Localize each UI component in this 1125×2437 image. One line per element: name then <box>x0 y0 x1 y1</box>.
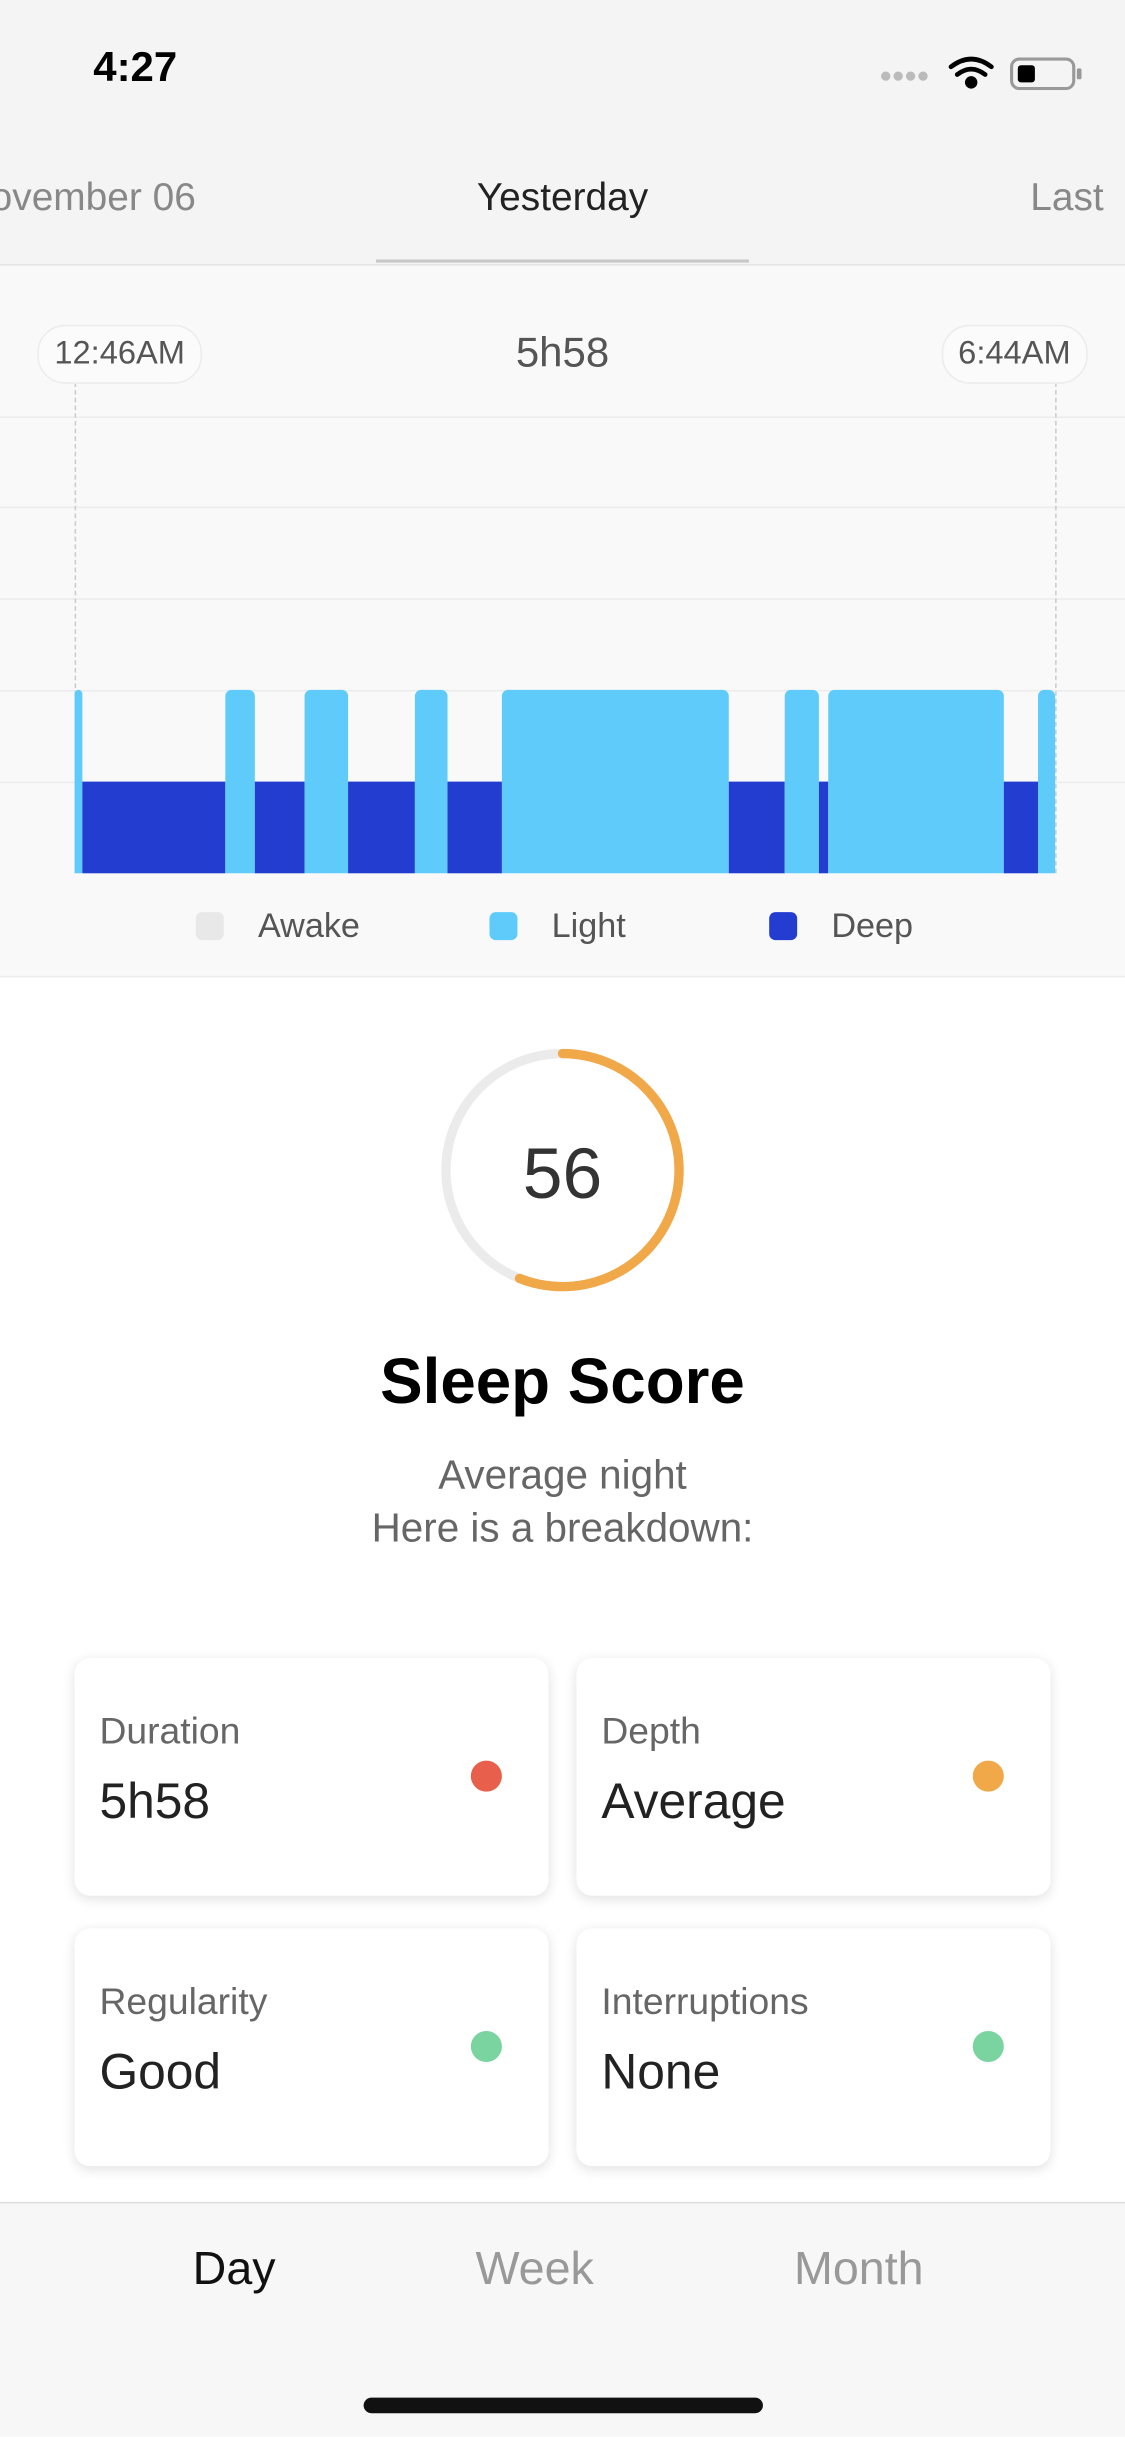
legend-label: Awake <box>257 905 360 945</box>
tab-november-06[interactable]: ovember 06 <box>0 176 196 221</box>
tab-underline <box>376 259 749 263</box>
card-label: Regularity <box>99 1981 268 2024</box>
status-dot <box>972 1760 1004 1792</box>
bottom-tab-bar: Day Week Month <box>0 2201 1125 2437</box>
card-value: 5h58 <box>99 1772 211 1829</box>
status-dot <box>470 2030 502 2063</box>
sleep-segment-deep <box>348 781 415 874</box>
card-label: Duration <box>99 1710 241 1753</box>
sleep-segment-deep <box>82 781 226 874</box>
status-time: 4:27 <box>93 43 178 91</box>
card-duration[interactable]: Duration 5h58 <box>74 1658 549 1896</box>
score-title: Sleep Score <box>380 1345 745 1418</box>
legend-label: Deep <box>831 905 914 945</box>
sleep-segment-deep <box>819 781 828 874</box>
tab-yesterday[interactable]: Yesterday <box>376 176 749 221</box>
sleep-chart: 12:46AM 5h58 6:44AM Awake Light Deep <box>0 265 1125 978</box>
status-dot <box>470 1760 502 1792</box>
tab-month[interactable]: Month <box>794 2244 924 2297</box>
sleep-segment-light <box>304 689 349 874</box>
end-marker-line <box>1055 382 1057 874</box>
legend-label: Light <box>551 905 626 945</box>
sleep-segment-light <box>74 689 83 874</box>
sleep-bars <box>74 266 1056 888</box>
signal-dots-icon <box>881 71 928 81</box>
sleep-segment-deep <box>1003 781 1039 874</box>
sleep-segment-light <box>225 689 256 874</box>
sleep-segment-light <box>501 689 730 874</box>
score-subtitle: Average night <box>438 1451 687 1498</box>
sleep-segment-deep <box>729 781 784 874</box>
sleep-segment-light <box>414 689 448 874</box>
score-value: 56 <box>522 1132 603 1214</box>
card-label: Interruptions <box>601 1981 809 2024</box>
card-label: Depth <box>601 1710 701 1753</box>
status-bar: 4:27 <box>0 0 1125 148</box>
light-swatch <box>489 912 518 941</box>
date-tabs: ovember 06 Yesterday Last <box>0 147 1125 266</box>
deep-swatch <box>769 912 798 941</box>
legend-deep: Deep <box>769 906 913 946</box>
card-interruptions[interactable]: Interruptions None <box>576 1928 1051 2167</box>
score-breakdown-text: Here is a breakdown: <box>371 1504 754 1551</box>
sleep-segment-light <box>1038 689 1056 874</box>
battery-icon <box>1010 57 1082 91</box>
card-value: Good <box>99 2043 222 2100</box>
home-indicator <box>363 2397 763 2414</box>
tab-day[interactable]: Day <box>193 2244 276 2297</box>
sleep-segment-light <box>783 689 820 874</box>
sleep-segment-light <box>827 689 1004 874</box>
sleep-segment-deep <box>447 781 502 874</box>
sleep-segment-deep <box>255 781 305 874</box>
card-regularity[interactable]: Regularity Good <box>74 1928 549 2167</box>
card-depth[interactable]: Depth Average <box>576 1658 1051 1896</box>
wifi-icon <box>948 56 994 89</box>
status-dot <box>972 2030 1004 2063</box>
tab-last[interactable]: Last <box>1030 176 1103 221</box>
awake-swatch <box>195 912 224 941</box>
legend-awake: Awake <box>195 905 360 946</box>
card-value: None <box>601 2043 721 2100</box>
tab-week[interactable]: Week <box>475 2244 593 2297</box>
status-icons <box>881 56 1082 91</box>
card-value: Average <box>601 1772 786 1829</box>
legend-light: Light <box>489 905 626 946</box>
